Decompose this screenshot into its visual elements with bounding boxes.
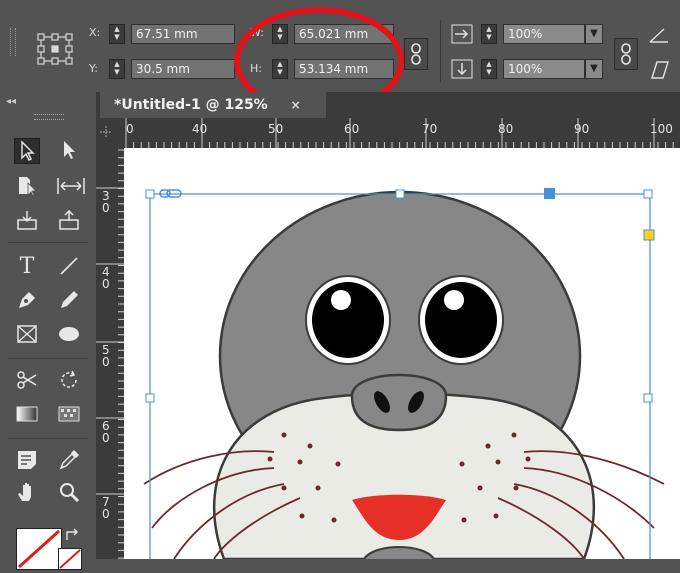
scale-x-stepper[interactable]: ▲ ▼ [481,24,497,44]
x-position-field[interactable]: 67.51 mm [131,24,235,44]
pencil-tool[interactable] [56,288,82,314]
collapse-panel-icon[interactable]: ◂◂ [6,96,16,107]
scale-x-icon [451,24,473,44]
pen-nib-icon [19,292,35,308]
stroke-swatch[interactable] [58,548,82,570]
constrain-proportions-button[interactable] [404,38,428,70]
seal-nose [350,373,448,432]
scale-x-field[interactable]: 100% [503,24,585,44]
reference-point-icon[interactable] [36,32,74,66]
shear-angle-icon[interactable] [648,60,670,80]
type-t-icon: T [19,254,35,279]
ruler-tick-label: 80 [498,122,514,136]
line-icon [60,257,78,275]
separator [8,438,88,439]
tools-grip-icon[interactable] [34,114,64,120]
vertical-ruler-ticks [96,149,124,559]
direct-selection-tool[interactable] [56,138,82,164]
vertical-ruler[interactable]: 3 0 4 0 5 0 6 0 7 0 [96,148,125,559]
type-tool[interactable]: T [14,254,40,280]
arrow-filled-icon [64,141,75,159]
ruler-tick-label: 3 0 [102,189,110,215]
ruler-tick-label: 7 0 [102,495,110,521]
magnifier-icon [60,483,80,503]
arrow-outline-icon [21,140,35,161]
pencil-icon [61,291,78,308]
ellipse-tool[interactable] [56,322,82,348]
ellipse-icon [59,327,79,341]
seal-artwork[interactable] [124,148,680,573]
note-icon [18,451,36,469]
line-tool[interactable] [56,254,82,280]
rotate-angle-icon[interactable] [648,26,670,44]
fill-swatch[interactable] [16,528,62,570]
rectangle-frame-tool[interactable] [14,322,40,348]
tab-close-icon[interactable]: × [291,98,301,112]
gradient-feather-tool[interactable] [56,402,82,428]
content-collector-tool[interactable] [14,208,40,234]
ruler-tick-label: 40 [192,122,208,136]
ruler-tick-label: 5 0 [102,343,110,369]
content-placer-tool[interactable] [56,208,82,234]
note-tool[interactable] [14,448,40,474]
document-tab[interactable]: *Untitled-1 @ 125% × [100,92,326,118]
none-slash-icon [17,529,61,569]
y-stepper[interactable]: ▲ ▼ [109,59,125,79]
ruler-tick-label: 90 [574,122,590,136]
rotate-dashed-icon [61,370,77,388]
ruler-tick-label: 70 [422,122,438,136]
gap-tool[interactable] [54,174,88,200]
separator [8,358,88,359]
pen-tool[interactable] [14,288,40,314]
gradient-icon [16,406,38,422]
scale-y-field[interactable]: 100% [503,59,585,79]
placer-icon [59,209,79,230]
selection-tool[interactable] [14,138,40,164]
panel-grip-icon[interactable] [10,28,16,56]
scissors-tool[interactable] [14,368,40,394]
chain-link-icon [411,43,421,65]
y-position-field[interactable]: 30.5 mm [131,59,235,79]
ruler-tick-label: 4 0 [102,265,110,291]
hand-icon [18,483,31,501]
scale-y-icon [451,59,473,79]
frame-x-icon [17,325,37,343]
scale-x-dropdown[interactable]: ▼ [585,24,603,44]
x-label: X: [89,26,101,39]
separator [8,242,88,243]
horizontal-ruler-ticks [100,118,674,148]
eyedropper-icon [59,450,79,470]
eyedropper-tool[interactable] [56,448,82,474]
ruler-tick-label: 60 [344,122,360,136]
y-label: Y: [89,62,98,75]
gap-arrows-icon [57,178,85,194]
ruler-tick-label: 0 [126,122,134,136]
collector-icon [17,211,37,230]
page-arrow-icon [19,177,37,197]
document-canvas[interactable] [124,148,680,573]
zoom-tool[interactable] [56,480,82,506]
hand-tool[interactable] [14,480,40,506]
horizontal-ruler[interactable]: 0 40 50 60 70 80 90 100 [96,118,680,149]
chain-link-icon [621,43,631,65]
scale-y-stepper[interactable]: ▲ ▼ [481,59,497,79]
feather-grid-icon [58,406,80,422]
control-panel: X: ▲ ▼ 67.51 mm Y: ▲ ▼ 30.5 mm W: ▲ ▼ 65.02… [0,0,680,115]
free-transform-tool[interactable] [56,368,82,394]
scale-y-dropdown[interactable]: ▼ [585,59,603,79]
ruler-tick-label: 100 [650,122,673,136]
swap-fill-stroke-icon[interactable] [64,528,82,544]
scissors-icon [17,371,37,389]
ruler-tick-label: 6 0 [102,419,110,445]
constrain-scale-button[interactable] [614,38,638,70]
document-title: *Untitled-1 @ 125% [114,97,268,113]
tools-panel: ◂◂ T [0,92,97,570]
separator [440,20,441,82]
gradient-swatch-tool[interactable] [14,402,40,428]
x-stepper[interactable]: ▲ ▼ [109,24,125,44]
none-slash-icon [59,549,81,569]
page-tool[interactable] [14,174,40,200]
ruler-tick-label: 50 [268,122,284,136]
